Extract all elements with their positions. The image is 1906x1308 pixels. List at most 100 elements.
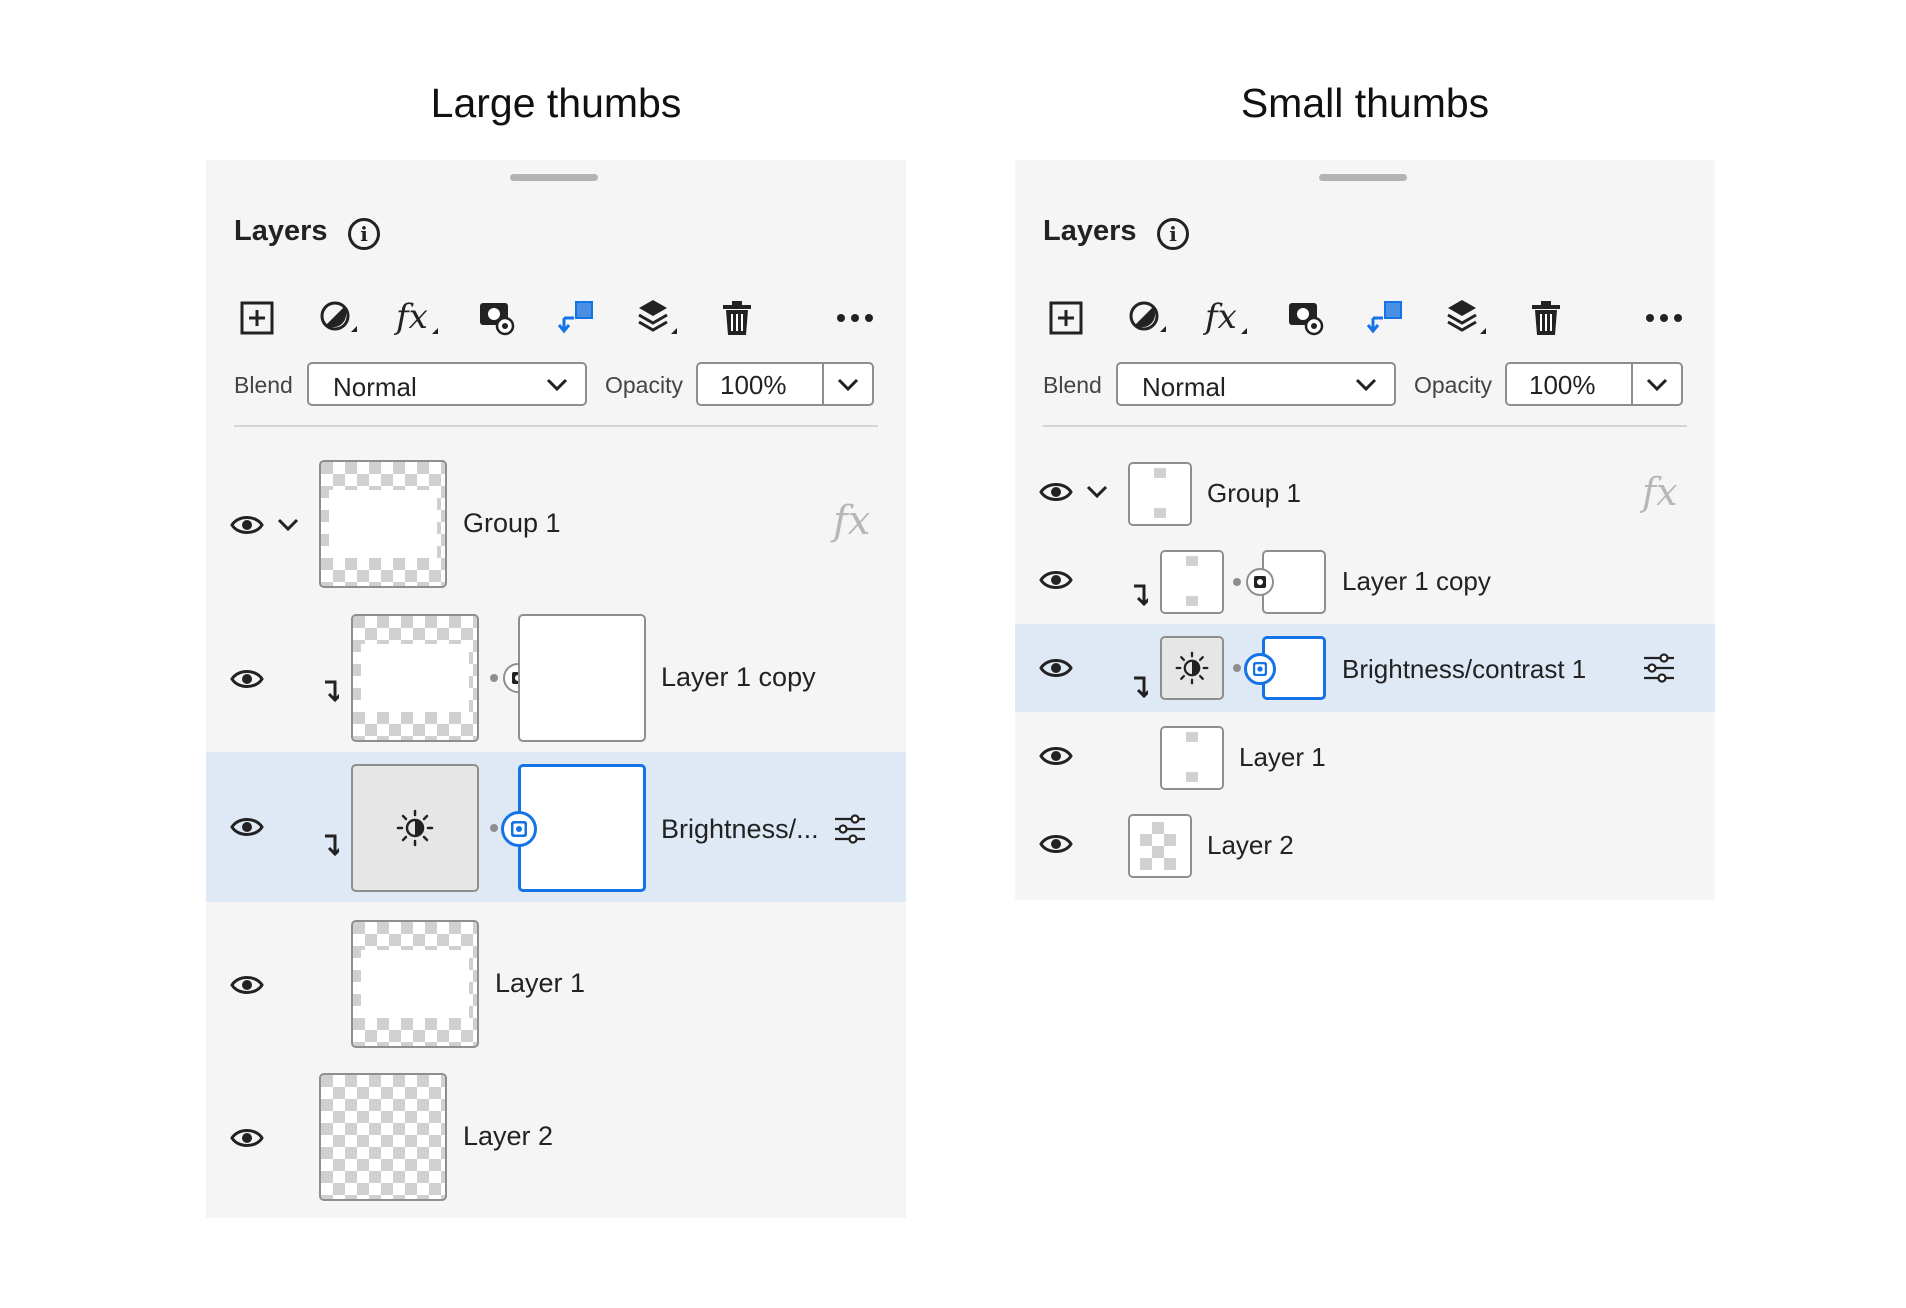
layers-panel-small: Layers i fx Blend Normal Opacity 100% Gr… bbox=[1015, 160, 1715, 900]
blend-label: Blend bbox=[234, 372, 293, 398]
delete-icon[interactable] bbox=[1523, 290, 1569, 346]
layer-thumbnail bbox=[1160, 726, 1224, 790]
layer-name: Group 1 bbox=[463, 508, 561, 538]
layer-row-layer-1[interactable]: Layer 1 bbox=[206, 910, 906, 1060]
adjustment-layer-icon[interactable] bbox=[1123, 290, 1169, 346]
visibility-eye-icon[interactable] bbox=[230, 973, 264, 997]
clipping-arrow-icon bbox=[323, 834, 339, 856]
mask-link-icon[interactable] bbox=[1244, 653, 1276, 685]
info-icon[interactable]: i bbox=[1157, 218, 1189, 250]
mask-thumbnail bbox=[518, 764, 646, 892]
opacity-divider bbox=[822, 364, 824, 404]
panel-grabber[interactable] bbox=[1319, 174, 1407, 181]
link-dot bbox=[1233, 578, 1241, 586]
mask-link-icon[interactable] bbox=[1246, 568, 1274, 596]
clipping-arrow-icon bbox=[323, 680, 339, 702]
panel-grabber[interactable] bbox=[510, 174, 598, 181]
add-layer-icon[interactable] bbox=[1043, 290, 1089, 346]
layer-row-brightness-contrast-1[interactable]: Brightness/contrast 1 bbox=[1015, 624, 1715, 712]
layer-thumbnail bbox=[1128, 462, 1192, 526]
chevron-down-icon bbox=[1355, 378, 1377, 392]
chevron-down-icon[interactable] bbox=[836, 376, 860, 394]
layer-row-layer-1-copy[interactable]: Layer 1 copy bbox=[206, 604, 906, 754]
clipping-mask-icon[interactable] bbox=[554, 290, 600, 346]
svg-text:fx: fx bbox=[394, 297, 428, 337]
adjustment-thumbnail bbox=[1160, 636, 1224, 700]
layers-toolbar: fx bbox=[234, 290, 878, 346]
adjustment-layer-icon[interactable] bbox=[314, 290, 360, 346]
info-icon[interactable]: i bbox=[348, 218, 380, 250]
more-icon[interactable] bbox=[832, 290, 878, 346]
heading-small-thumbs: Small thumbs bbox=[1240, 80, 1490, 126]
fx-icon[interactable]: fx bbox=[1642, 470, 1678, 514]
layer-name: Layer 1 bbox=[1239, 742, 1326, 772]
visibility-eye-icon[interactable] bbox=[230, 815, 264, 839]
clipping-mask-icon[interactable] bbox=[1363, 290, 1409, 346]
adjustment-properties-icon[interactable] bbox=[1642, 653, 1676, 683]
layer-name: Layer 1 copy bbox=[1342, 566, 1491, 596]
visibility-eye-icon[interactable] bbox=[230, 513, 264, 537]
layer-row-group-1[interactable]: Group 1 fx bbox=[1015, 448, 1715, 536]
delete-icon[interactable] bbox=[714, 290, 760, 346]
mask-thumbnail bbox=[518, 614, 646, 742]
fx-icon[interactable]: fx bbox=[833, 498, 870, 544]
divider bbox=[234, 425, 878, 427]
mask-link-icon[interactable] bbox=[501, 811, 537, 847]
layer-thumbnail bbox=[1128, 814, 1192, 878]
adjustment-thumbnail bbox=[351, 764, 479, 892]
blend-mode-select[interactable]: Normal bbox=[307, 362, 587, 406]
brightness-icon bbox=[395, 808, 435, 848]
visibility-eye-icon[interactable] bbox=[1039, 744, 1073, 768]
layer-row-layer-2[interactable]: Layer 2 bbox=[1015, 800, 1715, 888]
blend-label: Blend bbox=[1043, 372, 1102, 398]
layer-row-group-1[interactable]: Group 1 fx bbox=[206, 450, 906, 600]
visibility-eye-icon[interactable] bbox=[1039, 832, 1073, 856]
blend-mode-select[interactable]: Normal bbox=[1116, 362, 1396, 406]
clipping-arrow-icon bbox=[1132, 676, 1148, 698]
layer-row-layer-1[interactable]: Layer 1 bbox=[1015, 712, 1715, 800]
add-layer-icon[interactable] bbox=[234, 290, 280, 346]
link-dot bbox=[490, 824, 498, 832]
fx-icon[interactable]: fx bbox=[394, 290, 440, 346]
layer-name: Brightness/... bbox=[661, 814, 819, 844]
brightness-icon bbox=[1174, 650, 1210, 686]
layers-panel-large: Layers i fx Blend Normal Opacity 100% Gr… bbox=[206, 160, 906, 1218]
layer-name: Layer 2 bbox=[1207, 830, 1294, 860]
opacity-field[interactable]: 100% bbox=[1505, 362, 1683, 406]
layer-stack-icon[interactable] bbox=[1443, 290, 1489, 346]
opacity-value: 100% bbox=[720, 370, 787, 400]
layer-name: Layer 2 bbox=[463, 1121, 554, 1151]
layer-stack-icon[interactable] bbox=[634, 290, 680, 346]
more-icon[interactable] bbox=[1641, 290, 1687, 346]
opacity-field[interactable]: 100% bbox=[696, 362, 874, 406]
visibility-eye-icon[interactable] bbox=[230, 667, 264, 691]
layer-name: Brightness/contrast 1 bbox=[1342, 654, 1587, 684]
layer-thumbnail bbox=[351, 920, 479, 1048]
blend-mode-value: Normal bbox=[333, 372, 417, 402]
layer-row-layer-1-copy[interactable]: Layer 1 copy bbox=[1015, 536, 1715, 624]
chevron-down-icon[interactable] bbox=[1645, 376, 1669, 394]
link-dot bbox=[1233, 664, 1241, 672]
layer-thumbnail bbox=[1160, 550, 1224, 614]
fx-icon[interactable]: fx bbox=[1203, 290, 1249, 346]
visibility-eye-icon[interactable] bbox=[1039, 480, 1073, 504]
mask-icon[interactable] bbox=[1283, 290, 1329, 346]
adjustment-properties-icon[interactable] bbox=[833, 814, 867, 844]
layer-row-layer-2[interactable]: Layer 2 bbox=[206, 1063, 906, 1213]
visibility-eye-icon[interactable] bbox=[230, 1126, 264, 1150]
heading-large-thumbs: Large thumbs bbox=[430, 80, 682, 126]
link-dot bbox=[490, 674, 498, 682]
layer-row-brightness-contrast-1[interactable]: Brightness/... bbox=[206, 752, 906, 902]
chevron-down-icon[interactable] bbox=[1085, 483, 1109, 501]
panel-title: Layers bbox=[234, 215, 328, 247]
svg-text:fx: fx bbox=[1203, 297, 1237, 337]
clipping-arrow-icon bbox=[1132, 584, 1148, 606]
layer-name: Layer 1 copy bbox=[661, 662, 816, 692]
visibility-eye-icon[interactable] bbox=[1039, 656, 1073, 680]
divider bbox=[1043, 425, 1687, 427]
chevron-down-icon bbox=[546, 378, 568, 392]
mask-icon[interactable] bbox=[474, 290, 520, 346]
chevron-down-icon[interactable] bbox=[276, 516, 300, 534]
visibility-eye-icon[interactable] bbox=[1039, 568, 1073, 592]
opacity-label: Opacity bbox=[605, 372, 683, 398]
